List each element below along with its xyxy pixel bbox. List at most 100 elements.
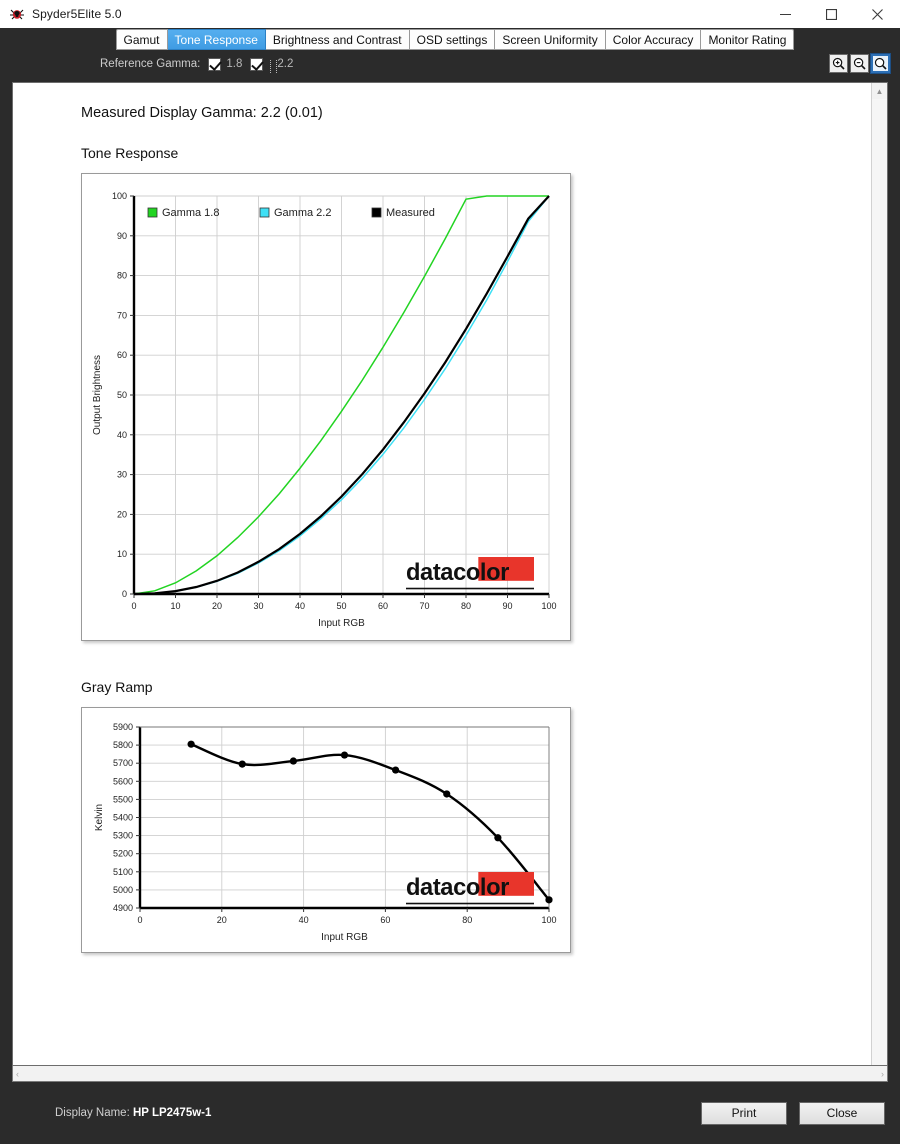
svg-text:0: 0 (137, 915, 142, 925)
gamma-1-8-value: 1.8 (226, 58, 243, 70)
spider-icon (9, 6, 25, 22)
window-title: Spyder5Elite 5.0 (32, 6, 122, 21)
data-point (340, 751, 349, 759)
svg-text:40: 40 (299, 915, 309, 925)
text-cursor-icon (270, 59, 278, 73)
report-viewport: Measured Display Gamma: 2.2 (0.01) Tone … (12, 82, 888, 1066)
horizontal-scrollbar[interactable]: ‹ › (12, 1066, 888, 1082)
svg-text:60: 60 (117, 350, 127, 360)
svg-text:20: 20 (217, 915, 227, 925)
svg-text:40: 40 (117, 430, 127, 440)
display-name: Display Name: HP LP2475w-1 (55, 1107, 211, 1119)
tab-screen-uniformity[interactable]: Screen Uniformity (495, 29, 606, 50)
toolbar: Reference Gamma: 1.8 2.2 (0, 50, 900, 78)
zoom-button-group (829, 53, 891, 74)
svg-text:0: 0 (131, 601, 136, 611)
svg-text:30: 30 (117, 470, 127, 480)
svg-text:4900: 4900 (113, 903, 133, 913)
svg-text:5200: 5200 (113, 849, 133, 859)
svg-text:5700: 5700 (113, 758, 133, 768)
svg-text:30: 30 (253, 601, 263, 611)
report-page: Measured Display Gamma: 2.2 (0.01) Tone … (13, 83, 871, 1065)
tab-osd-settings[interactable]: OSD settings (409, 29, 496, 50)
tone-response-heading: Tone Response (81, 145, 179, 161)
data-point (545, 896, 553, 904)
scroll-left-icon[interactable]: ‹ (16, 1069, 19, 1079)
svg-text:Input RGB: Input RGB (318, 618, 365, 629)
maximize-button[interactable] (808, 0, 854, 28)
svg-text:100: 100 (541, 915, 556, 925)
tab-color-accuracy[interactable]: Color Accuracy (605, 29, 702, 50)
svg-text:5300: 5300 (113, 831, 133, 841)
scroll-up-icon[interactable]: ▲ (872, 83, 887, 99)
svg-text:50: 50 (336, 601, 346, 611)
svg-text:100: 100 (112, 191, 127, 201)
gray-ramp-chart-frame: 4900 5000 5100 5200 5300 5400 5500 5600 5700 5800… (81, 707, 571, 953)
svg-text:80: 80 (117, 271, 127, 281)
data-point (443, 790, 451, 798)
svg-text:datacolor: datacolor (406, 560, 509, 586)
svg-text:100: 100 (541, 601, 556, 611)
print-button[interactable]: Print (701, 1101, 787, 1125)
data-point (494, 834, 502, 842)
minimize-button[interactable] (762, 0, 808, 28)
svg-text:10: 10 (117, 549, 127, 559)
data-point (289, 757, 297, 765)
svg-text:5500: 5500 (113, 794, 133, 804)
svg-text:90: 90 (502, 601, 512, 611)
svg-text:5800: 5800 (113, 740, 133, 750)
close-button[interactable] (854, 0, 900, 28)
svg-text:60: 60 (378, 601, 388, 611)
svg-text:Output Brightness: Output Brightness (92, 355, 103, 435)
gray-ramp-heading: Gray Ramp (81, 679, 153, 695)
svg-text:Measured: Measured (386, 207, 435, 219)
svg-text:50: 50 (117, 390, 127, 400)
gamma-2-2-checkbox[interactable] (250, 57, 264, 71)
svg-text:20: 20 (117, 509, 127, 519)
gamma-1-8-checkbox[interactable] (208, 57, 222, 71)
svg-text:40: 40 (295, 601, 305, 611)
data-point (392, 766, 400, 774)
svg-text:Kelvin: Kelvin (94, 804, 105, 831)
measured-display-gamma: Measured Display Gamma: 2.2 (0.01) (81, 105, 323, 121)
svg-text:60: 60 (380, 915, 390, 925)
svg-text:Gamma 2.2: Gamma 2.2 (274, 207, 331, 219)
footer-bar: Display Name: HP LP2475w-1 Print Close (0, 1082, 900, 1144)
svg-text:90: 90 (117, 231, 127, 241)
zoom-in-icon[interactable] (829, 54, 848, 73)
zoom-out-icon[interactable] (850, 54, 869, 73)
tab-gamut[interactable]: Gamut (115, 29, 168, 50)
svg-text:Gamma 1.8: Gamma 1.8 (162, 207, 219, 219)
svg-text:0: 0 (122, 589, 127, 599)
window-controls (762, 0, 900, 28)
display-name-label: Display Name: (55, 1107, 130, 1119)
tone-response-chart: 0 10 20 30 40 50 60 70 80 90 100 0 10 20 30 40 50 60 70 80 9… (88, 180, 564, 634)
svg-text:5900: 5900 (113, 722, 133, 732)
svg-text:10: 10 (170, 601, 180, 611)
tone-response-chart-frame: 0 10 20 30 40 50 60 70 80 90 100 0 10 20 30 40 50 60 70 80 9… (81, 173, 571, 641)
data-point (187, 740, 195, 748)
display-name-value: HP LP2475w-1 (132, 1107, 212, 1119)
svg-text:Input RGB: Input RGB (321, 932, 368, 943)
data-point (238, 760, 246, 768)
svg-text:5600: 5600 (113, 776, 133, 786)
tab-brightness-and-contrast[interactable]: Brightness and Contrast (265, 29, 410, 50)
tab-strip: Gamut Tone Response Brightness and Contr… (0, 28, 900, 50)
gray-ramp-chart: 4900 5000 5100 5200 5300 5400 5500 5600 5700 5800… (88, 714, 564, 946)
svg-text:70: 70 (419, 601, 429, 611)
svg-text:5100: 5100 (113, 867, 133, 877)
vertical-scrollbar[interactable]: ▲ (871, 83, 887, 1065)
scroll-right-icon[interactable]: › (881, 1069, 884, 1079)
svg-text:80: 80 (462, 915, 472, 925)
svg-text:5400: 5400 (113, 813, 133, 823)
reference-gamma-label: Reference Gamma: (100, 58, 201, 70)
vertical-scroll-track[interactable] (872, 99, 887, 1065)
gamma-2-2-value: 2.2 (277, 58, 294, 70)
tab-tone-response[interactable]: Tone Response (167, 29, 266, 50)
zoom-reset-icon[interactable] (870, 53, 891, 74)
svg-text:5000: 5000 (113, 885, 133, 895)
footer-buttons: Print Close (701, 1101, 885, 1125)
close-dialog-button[interactable]: Close (799, 1101, 885, 1125)
svg-text:20: 20 (212, 601, 222, 611)
tab-monitor-rating[interactable]: Monitor Rating (701, 29, 795, 50)
